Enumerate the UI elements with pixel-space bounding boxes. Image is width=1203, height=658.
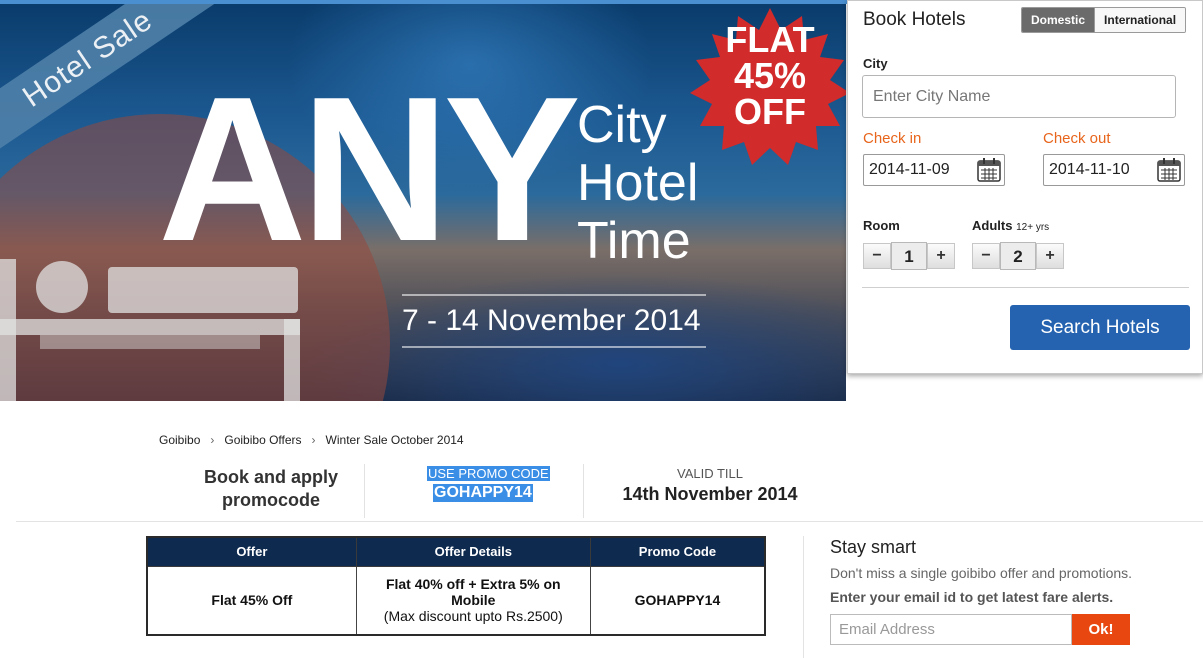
- banner-tagline-line: Time: [577, 212, 691, 270]
- cell-promo-code: GOHAPPY14: [589, 565, 766, 636]
- cell-offer: Flat 45% Off: [146, 565, 357, 636]
- book-hotels-panel: Book Hotels Domestic International City …: [847, 0, 1203, 374]
- adults-label: Adults: [972, 218, 1013, 233]
- offer-details-line: Mobile: [451, 592, 496, 609]
- column-header-offer-details: Offer Details: [355, 536, 591, 567]
- promo-instruction-line: Book and apply: [203, 467, 338, 487]
- table-row: Flat 45% Off Flat 40% off + Extra 5% on …: [146, 565, 766, 636]
- offer-table: Offer Offer Details Promo Code Flat 45% …: [146, 536, 766, 636]
- checkout-label: Check out: [1043, 130, 1111, 147]
- burst-flat-text: FLAT: [725, 19, 815, 60]
- adults-increment-button[interactable]: +: [1036, 243, 1064, 269]
- burst-off-text: OFF: [734, 91, 806, 132]
- room-decrement-button[interactable]: −: [863, 243, 891, 269]
- promo-code-value[interactable]: GOHAPPY14: [433, 484, 533, 502]
- city-input[interactable]: [862, 75, 1176, 118]
- promo-instruction: Book and apply promocode: [180, 466, 362, 512]
- stay-smart-title: Stay smart: [830, 537, 917, 557]
- room-count: 1: [891, 242, 927, 270]
- promo-instruction-line: promocode: [221, 490, 320, 510]
- subscribe-ok-button[interactable]: Ok!: [1072, 614, 1130, 645]
- calendar-icon[interactable]: [1157, 158, 1181, 182]
- discount-burst-text: FLAT 45% OFF: [690, 22, 846, 130]
- banner-date-rule-top: [402, 294, 706, 296]
- city-label: City: [863, 56, 888, 71]
- room-increment-button[interactable]: +: [927, 243, 955, 269]
- breadcrumb-item-goibibo[interactable]: Goibibo: [159, 433, 200, 447]
- adults-label-group: Adults 12+ yrs: [972, 218, 1049, 233]
- valid-till-label: VALID TILL: [677, 466, 743, 481]
- breadcrumb-separator: ›: [311, 433, 316, 447]
- burst-percent-text: 45%: [733, 55, 807, 96]
- row-promo-code: GOHAPPY14: [634, 592, 721, 609]
- adults-stepper: − 2 +: [972, 242, 1064, 270]
- hotel-sale-banner[interactable]: Hotel Sale ANY City Hotel Time 7 - 14 No…: [0, 4, 846, 401]
- offer-name: Flat 45% Off: [211, 592, 293, 609]
- room-stepper: − 1 +: [863, 242, 955, 270]
- checkin-date-value: 2014-11-09: [869, 161, 950, 178]
- offer-details-note: (Max discount upto Rs.2500): [383, 608, 563, 625]
- banner-headline: ANY: [158, 54, 581, 284]
- valid-till-date: 14th November 2014: [622, 484, 798, 504]
- breadcrumb: Goibibo › Goibibo Offers › Winter Sale O…: [159, 433, 464, 447]
- tab-domestic[interactable]: Domestic: [1022, 8, 1095, 32]
- breadcrumb-item-current: Winter Sale October 2014: [325, 433, 464, 447]
- stay-smart-cta: Enter your email id to get latest fare a…: [830, 589, 1114, 605]
- banner-tagline-line: City: [577, 96, 667, 154]
- banner-sale-dates: 7 - 14 November 2014: [402, 304, 701, 337]
- adults-count: 2: [1000, 242, 1036, 270]
- domestic-international-toggle: Domestic International: [1021, 7, 1187, 33]
- banner-date-rule-bottom: [402, 346, 706, 348]
- stay-smart-subtitle: Don't miss a single goibibo offer and pr…: [830, 565, 1133, 581]
- strip-divider: [583, 464, 584, 518]
- adults-decrement-button[interactable]: −: [972, 243, 1000, 269]
- room-label: Room: [863, 218, 900, 233]
- breadcrumb-separator: ›: [210, 433, 215, 447]
- book-hotels-title: Book Hotels: [863, 9, 966, 30]
- column-header-offer: Offer: [146, 536, 357, 567]
- tab-international[interactable]: International: [1094, 8, 1186, 32]
- email-field[interactable]: [830, 614, 1072, 645]
- breadcrumb-item-offers[interactable]: Goibibo Offers: [224, 433, 301, 447]
- checkin-label: Check in: [863, 130, 922, 147]
- table-header-row: Offer Offer Details Promo Code: [146, 536, 766, 567]
- adults-age-hint: 12+ yrs: [1016, 222, 1050, 233]
- cell-offer-details: Flat 40% off + Extra 5% on Mobile (Max d…: [355, 565, 591, 636]
- calendar-icon[interactable]: [977, 158, 1001, 182]
- checkout-date-field[interactable]: 2014-11-10: [1043, 154, 1185, 186]
- panel-divider: [862, 287, 1189, 288]
- column-header-promo-code: Promo Code: [589, 536, 766, 567]
- section-divider: [16, 521, 1203, 522]
- banner-tagline: City Hotel Time: [577, 96, 698, 270]
- banner-tagline-line: Hotel: [577, 154, 699, 212]
- search-hotels-button[interactable]: Search Hotels: [1010, 305, 1190, 350]
- checkin-date-field[interactable]: 2014-11-09: [863, 154, 1005, 186]
- promo-code-label: USE PROMO CODE: [427, 466, 550, 481]
- strip-divider: [364, 464, 365, 518]
- offer-details-line: Flat 40% off + Extra 5% on: [385, 576, 561, 593]
- bed-icon: [0, 259, 300, 401]
- stay-smart-divider: [803, 536, 804, 658]
- checkout-date-value: 2014-11-10: [1049, 161, 1130, 178]
